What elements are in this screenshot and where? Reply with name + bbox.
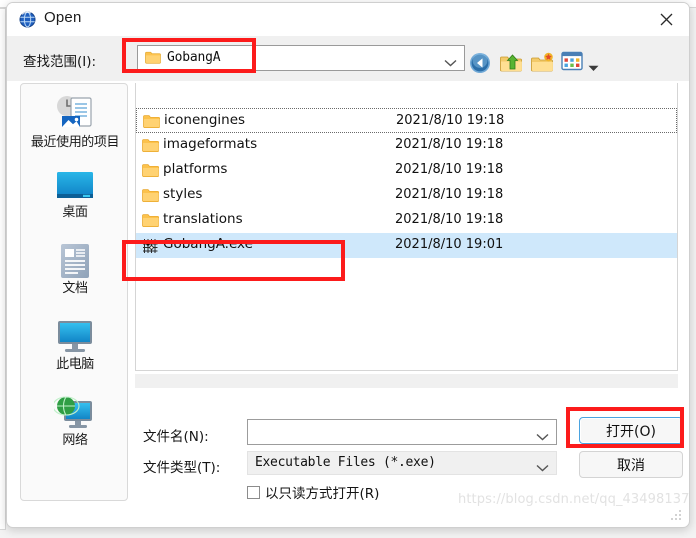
file-row-date: 2021/8/10 19:18 bbox=[395, 137, 504, 152]
readonly-label: 以只读方式打开(R) bbox=[265, 486, 380, 502]
sidebar-item-this-pc[interactable]: 此电脑 bbox=[21, 312, 129, 372]
file-row-date: 2021/8/10 19:18 bbox=[395, 187, 504, 202]
sidebar-item-recent[interactable]: 最近使用的项目 bbox=[21, 90, 129, 150]
folder-icon bbox=[142, 213, 159, 228]
file-row-name: iconengines bbox=[164, 112, 246, 128]
file-row[interactable]: iconengines 2021/8/10 19:18 bbox=[136, 108, 677, 133]
resize-grip[interactable] bbox=[671, 510, 682, 521]
file-row[interactable]: platforms 2021/8/10 19:18 bbox=[136, 158, 677, 183]
this-pc-icon bbox=[21, 312, 129, 356]
cancel-button[interactable]: 取消 bbox=[579, 451, 683, 478]
file-row-date: 2021/8/10 19:18 bbox=[395, 212, 504, 227]
filename-combobox[interactable] bbox=[247, 419, 557, 445]
watermark-text: https://blog.csdn.net/qq_43498137 bbox=[458, 492, 690, 507]
file-row-name: platforms bbox=[163, 161, 228, 177]
sidebar-item-label: 最近使用的项目 bbox=[30, 135, 120, 150]
readonly-checkbox-row[interactable]: 以只读方式打开(R) bbox=[247, 482, 379, 502]
sidebar-item-network[interactable]: 网络 bbox=[21, 388, 129, 448]
up-folder-icon[interactable] bbox=[499, 51, 523, 75]
file-row-name: GobangA.exe bbox=[163, 236, 253, 252]
sidebar-item-desktop[interactable]: 桌面 bbox=[21, 160, 129, 220]
file-row[interactable]: styles 2021/8/10 19:18 bbox=[136, 183, 677, 208]
title-bar: Open bbox=[7, 3, 689, 36]
file-row[interactable]: GobangA.exe 2021/8/10 19:01 bbox=[136, 233, 677, 258]
filetype-combobox[interactable]: Executable Files (*.exe) bbox=[247, 451, 557, 475]
sidebar-item-label: 网络 bbox=[62, 433, 88, 448]
folder-icon bbox=[142, 188, 159, 203]
window-title: Open bbox=[44, 9, 82, 26]
path-combobox-value: GobangA bbox=[167, 50, 221, 65]
file-row-date: 2021/8/10 19:01 bbox=[395, 237, 504, 252]
file-row-name: imageformats bbox=[163, 136, 258, 152]
folder-icon bbox=[142, 138, 159, 153]
filetype-label: 文件类型(T): bbox=[143, 460, 221, 476]
file-row[interactable]: imageformats 2021/8/10 19:18 bbox=[136, 133, 677, 158]
view-grid-icon[interactable] bbox=[561, 51, 585, 75]
new-folder-icon[interactable] bbox=[530, 51, 554, 75]
folder-icon bbox=[143, 114, 160, 129]
folder-icon bbox=[142, 163, 159, 178]
open-file-dialog: Open 查找范围(I): GobangA 最近使用的项目 桌面 文档 此电脑 … bbox=[6, 2, 690, 528]
sidebar-item-documents[interactable]: 文档 bbox=[21, 236, 129, 296]
recent-items-icon bbox=[21, 90, 129, 134]
path-combobox[interactable]: GobangA bbox=[137, 45, 465, 71]
file-row-date: 2021/8/10 19:18 bbox=[395, 162, 504, 177]
filename-label: 文件名(N): bbox=[143, 429, 209, 445]
sidebar-item-label: 此电脑 bbox=[56, 357, 94, 372]
documents-icon bbox=[21, 236, 129, 280]
chevron-down-icon[interactable] bbox=[444, 54, 457, 72]
look-in-label: 查找范围(I): bbox=[23, 54, 97, 70]
filetype-value: Executable Files (*.exe) bbox=[255, 455, 436, 470]
readonly-checkbox[interactable] bbox=[247, 485, 260, 499]
chevron-down-icon[interactable] bbox=[588, 59, 599, 77]
back-arrow-icon[interactable] bbox=[468, 51, 492, 75]
places-sidebar: 最近使用的项目 桌面 文档 此电脑 网络 bbox=[20, 83, 128, 501]
filename-input[interactable] bbox=[251, 423, 537, 443]
desktop-icon bbox=[21, 160, 129, 204]
file-row-name: styles bbox=[163, 186, 203, 202]
file-row[interactable]: translations 2021/8/10 19:18 bbox=[136, 208, 677, 233]
chevron-down-icon[interactable] bbox=[536, 459, 549, 477]
globe-icon bbox=[19, 11, 36, 28]
sidebar-item-label: 文档 bbox=[62, 281, 88, 296]
chevron-down-icon[interactable] bbox=[536, 428, 549, 446]
file-row-date: 2021/8/10 19:18 bbox=[396, 113, 505, 128]
file-row-name: translations bbox=[163, 211, 243, 227]
file-list[interactable]: iconengines 2021/8/10 19:18 imageformats 20… bbox=[135, 83, 678, 371]
gobang-board-icon bbox=[142, 238, 159, 253]
open-button[interactable]: 打开(O) bbox=[579, 417, 683, 444]
close-icon[interactable] bbox=[644, 3, 689, 35]
sidebar-item-label: 桌面 bbox=[62, 205, 88, 220]
network-icon bbox=[21, 388, 129, 432]
horizontal-scrollbar[interactable] bbox=[135, 374, 678, 388]
folder-icon bbox=[145, 51, 161, 64]
